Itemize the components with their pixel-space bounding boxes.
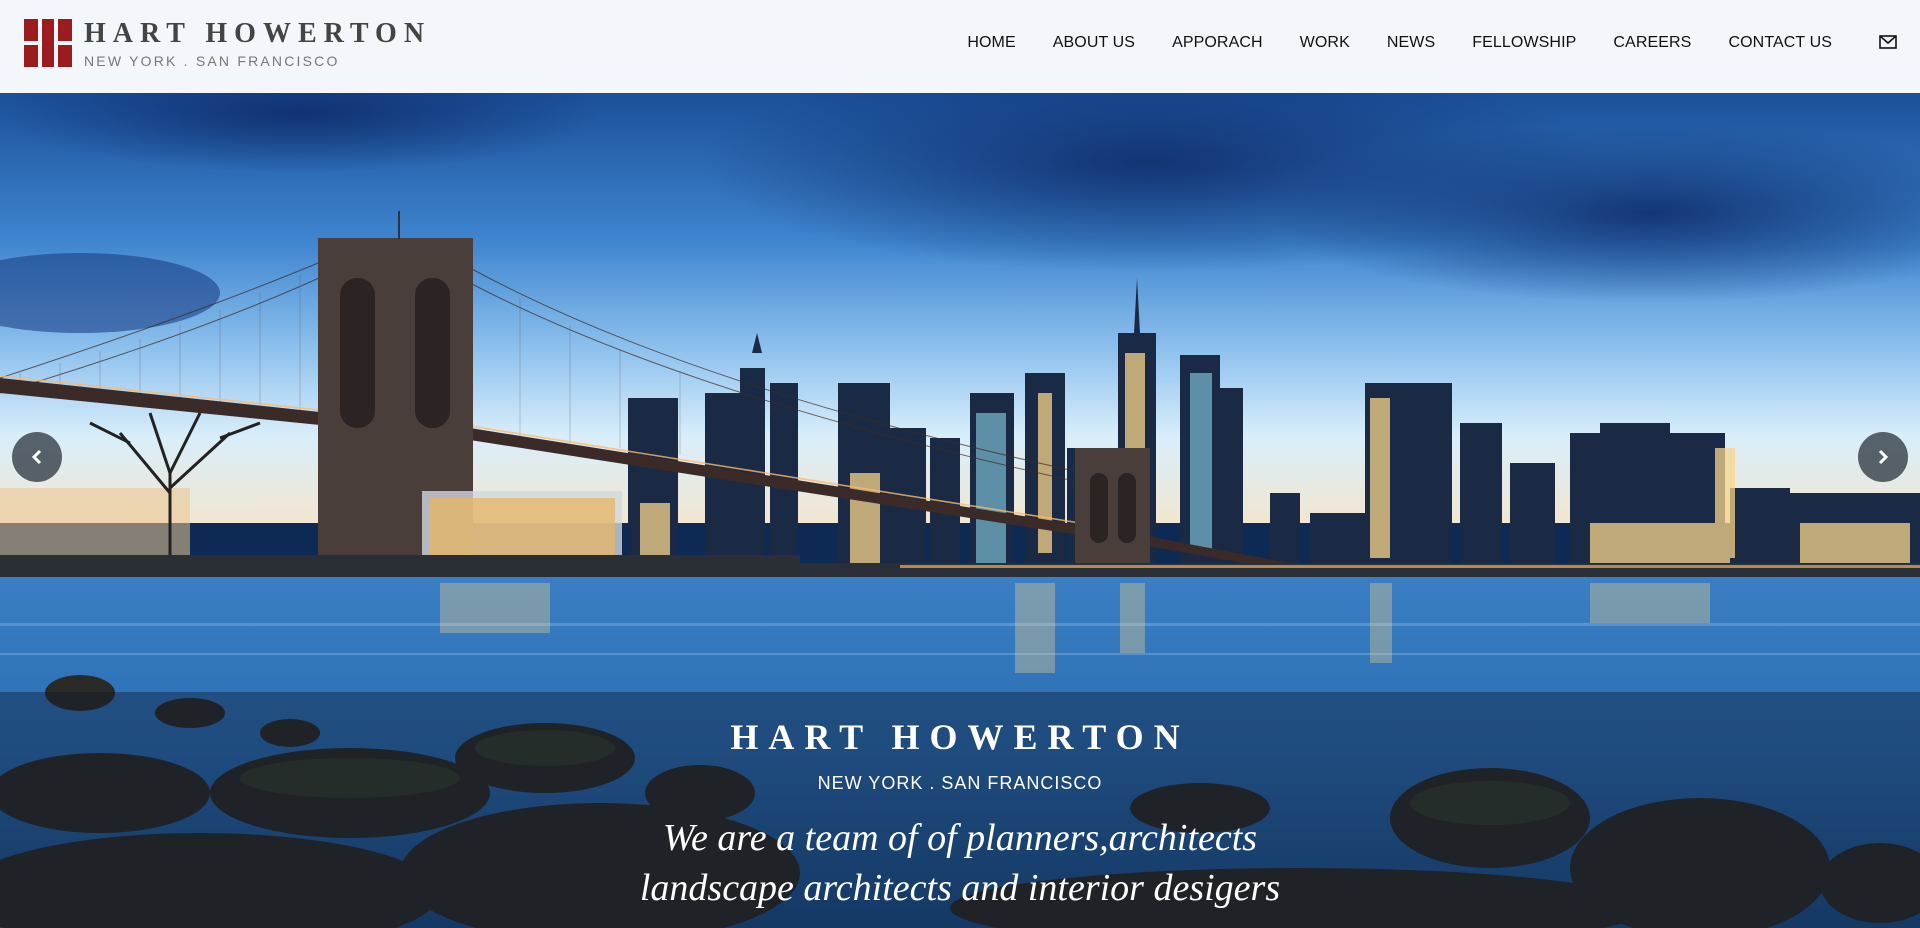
nav-fellowship[interactable]: FELLOWSHIP (1472, 34, 1576, 52)
site-header: HART HOWERTON NEW YORK . SAN FRANCISCO H… (0, 0, 1920, 93)
nav-about-us[interactable]: ABOUT US (1053, 34, 1135, 52)
logo-name: HART HOWERTON (84, 18, 432, 49)
nav-approach[interactable]: APPORACH (1172, 34, 1263, 52)
nav-news[interactable]: NEWS (1387, 34, 1435, 52)
nav-contact-us[interactable]: CONTACT US (1728, 34, 1832, 52)
chevron-left-icon (31, 449, 42, 465)
hero-subtitle: NEW YORK . SAN FRANCISCO (817, 773, 1103, 793)
hero-slider: HART HOWERTON NEW YORK . SAN FRANCISCO W… (0, 93, 1920, 928)
main-nav: HOME ABOUT US APPORACH WORK NEWS FELLOWS… (930, 0, 1832, 86)
hero-tagline: We are a team of of planners,architects … (0, 813, 1920, 913)
nav-home[interactable]: HOME (967, 34, 1015, 52)
logo-subtitle: NEW YORK . SAN FRANCISCO (84, 53, 340, 69)
slider-next-button[interactable] (1858, 432, 1908, 482)
slider-prev-button[interactable] (12, 432, 62, 482)
envelope-icon[interactable] (1879, 35, 1897, 49)
nav-careers[interactable]: CAREERS (1613, 34, 1691, 52)
logo[interactable]: HART HOWERTON NEW YORK . SAN FRANCISCO (24, 19, 431, 68)
hero-tagline-line1: We are a team of of planners,architects (662, 817, 1258, 859)
chevron-right-icon (1878, 449, 1889, 465)
hero-title: HART HOWERTON (730, 717, 1190, 757)
nav-work[interactable]: WORK (1300, 34, 1350, 52)
hero-tagline-line2: landscape architects and interior desige… (639, 867, 1281, 909)
logo-mark-icon (24, 19, 72, 67)
